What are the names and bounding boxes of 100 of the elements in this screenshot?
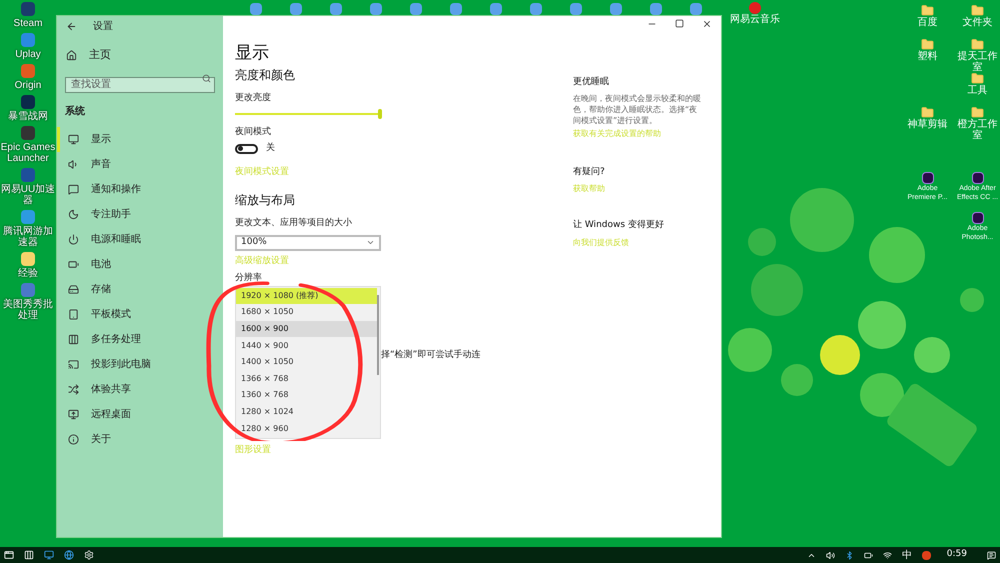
sidebar-item[interactable]: 通知和操作	[57, 177, 223, 202]
app-icon[interactable]	[21, 126, 35, 140]
battery-icon[interactable]	[864, 550, 873, 560]
network-icon[interactable]	[882, 550, 892, 560]
resolution-option[interactable]: 1680 × 1050	[236, 304, 377, 321]
app-icon[interactable]	[21, 2, 35, 16]
sidebar-item[interactable]: 存储	[57, 277, 223, 302]
folder-icon[interactable]	[971, 72, 984, 85]
aside-title: 更优睡眠	[573, 76, 610, 89]
sidebar-item-icon	[68, 359, 79, 370]
icon-label: 提天工作室	[956, 51, 998, 73]
sidebar-item-icon	[68, 159, 79, 170]
icon-label: 文件夹	[962, 17, 992, 28]
folder-icon[interactable]	[971, 4, 984, 17]
settings-icon[interactable]	[84, 550, 94, 560]
sidebar-item[interactable]: 体验共享	[57, 377, 223, 402]
sidebar-item[interactable]: 投影到此电脑	[57, 352, 223, 377]
field-label: 更改文本、应用等项目的大小	[235, 217, 353, 230]
section-title: 缩放与布局	[235, 192, 296, 209]
maximize-icon[interactable]	[675, 19, 684, 28]
icon-label: 暴雪战网	[7, 111, 49, 122]
sidebar-item-icon	[68, 184, 79, 195]
sidebar-item-icon	[68, 259, 79, 270]
sidebar-item[interactable]: 平板模式	[57, 302, 223, 327]
sidebar-item-icon	[68, 309, 79, 320]
folder-icon[interactable]	[921, 38, 934, 51]
sidebar-item[interactable]: 关于	[57, 427, 223, 452]
toggle-state: 关	[266, 142, 275, 155]
app-icon[interactable]	[21, 95, 35, 109]
resolution-option[interactable]: 1400 × 1050	[236, 354, 377, 370]
page-heading: 显示	[235, 42, 270, 64]
folder-icon[interactable]	[971, 38, 984, 51]
night-toggle[interactable]	[235, 144, 258, 154]
icon-label: Uplay	[14, 49, 42, 60]
icon-label: 经验	[17, 268, 39, 279]
resolution-option[interactable]: 1360 × 768	[236, 387, 377, 404]
icon-label: 神草剪辑	[908, 119, 948, 130]
field-label: 更改亮度	[235, 92, 272, 105]
icon-label: Origin	[14, 80, 42, 91]
bluetooth-icon[interactable]	[844, 550, 854, 560]
resolution-option[interactable]: 1920 × 1080 (推荐)	[236, 288, 377, 304]
sidebar-item-icon	[68, 434, 79, 445]
app-icon[interactable]	[972, 212, 984, 224]
scale-select[interactable]: 100%	[235, 234, 381, 250]
aside-title: 让 Windows 变得更好	[573, 219, 665, 232]
start-icon[interactable]	[4, 550, 14, 560]
app-icon[interactable]	[972, 172, 984, 184]
volume-icon[interactable]	[826, 550, 835, 560]
section-title: 系统	[64, 104, 86, 119]
close-icon[interactable]	[702, 19, 712, 29]
icon-label: 网易UU加速器	[0, 184, 56, 206]
resolution-option[interactable]: 1280 × 960	[236, 420, 377, 437]
sidebar-item[interactable]: 电源和睡眠	[57, 227, 223, 252]
notification-icon[interactable]	[987, 550, 996, 560]
icon-label: 塑料	[918, 51, 938, 62]
home-item[interactable]: 主页	[57, 46, 223, 64]
clock[interactable]: 0:59	[946, 548, 967, 562]
sidebar-item-icon	[68, 284, 79, 295]
resolution-option[interactable]: 1600 × 900	[236, 320, 377, 338]
section-title: 亮度和颜色	[235, 67, 296, 84]
resolution-option[interactable]: 1366 × 768	[236, 370, 377, 388]
window-title: 设置	[93, 20, 113, 34]
sidebar-item-icon	[68, 384, 79, 395]
back-icon[interactable]	[66, 20, 77, 32]
folder-icon[interactable]	[921, 4, 934, 17]
icon-label: 百度	[918, 17, 938, 28]
app-icon[interactable]	[922, 550, 931, 560]
task-view-icon[interactable]	[24, 550, 34, 560]
icon-label: 网易云音乐	[730, 14, 780, 25]
search-icon	[202, 74, 211, 83]
sidebar-item[interactable]: 专注助手	[57, 202, 223, 227]
icon-label: 工具	[968, 85, 988, 96]
app-icon[interactable]	[922, 172, 934, 184]
folder-icon[interactable]	[921, 106, 934, 119]
icon-label: Steam	[12, 18, 44, 29]
app-icon[interactable]	[44, 550, 54, 560]
sidebar-item[interactable]: 显示	[57, 127, 223, 152]
folder-icon[interactable]	[971, 106, 984, 119]
brightness-slider[interactable]	[235, 108, 381, 120]
sidebar-item-icon	[68, 409, 79, 420]
aside-text: 在晚间，夜间模式会显示较柔和的暖色，帮助你进入睡眠状态。选择“夜间模式设置”进行设置。	[573, 92, 702, 126]
description-text: 择“检测”即可尝试手动连	[381, 348, 480, 362]
chevron-icon	[366, 238, 375, 247]
app-icon[interactable]	[64, 550, 74, 560]
field-label: 分辨率	[235, 272, 262, 285]
ime-indicator[interactable]: 中	[902, 548, 912, 562]
icon-label: Epic Games Launcher	[0, 142, 56, 164]
icon-label: 橙方工作室	[956, 119, 998, 141]
resolution-option[interactable]: 1280 × 1024	[236, 404, 377, 420]
home-icon	[66, 50, 77, 60]
resolution-option[interactable]: 1440 × 900	[236, 337, 377, 354]
sidebar-item-icon	[68, 209, 79, 220]
sidebar-item[interactable]: 声音	[57, 152, 223, 177]
sidebar-item[interactable]: 远程桌面	[57, 402, 223, 427]
slider-thumb[interactable]	[378, 108, 382, 118]
icon-label: 腾讯网游加速器	[2, 226, 54, 248]
sidebar-item[interactable]: 多任务处理	[57, 327, 223, 352]
sidebar-item[interactable]: 电池	[57, 252, 223, 277]
search-field[interactable]: 查找设置	[65, 76, 215, 92]
aside-title: 有疑问?	[573, 166, 606, 178]
